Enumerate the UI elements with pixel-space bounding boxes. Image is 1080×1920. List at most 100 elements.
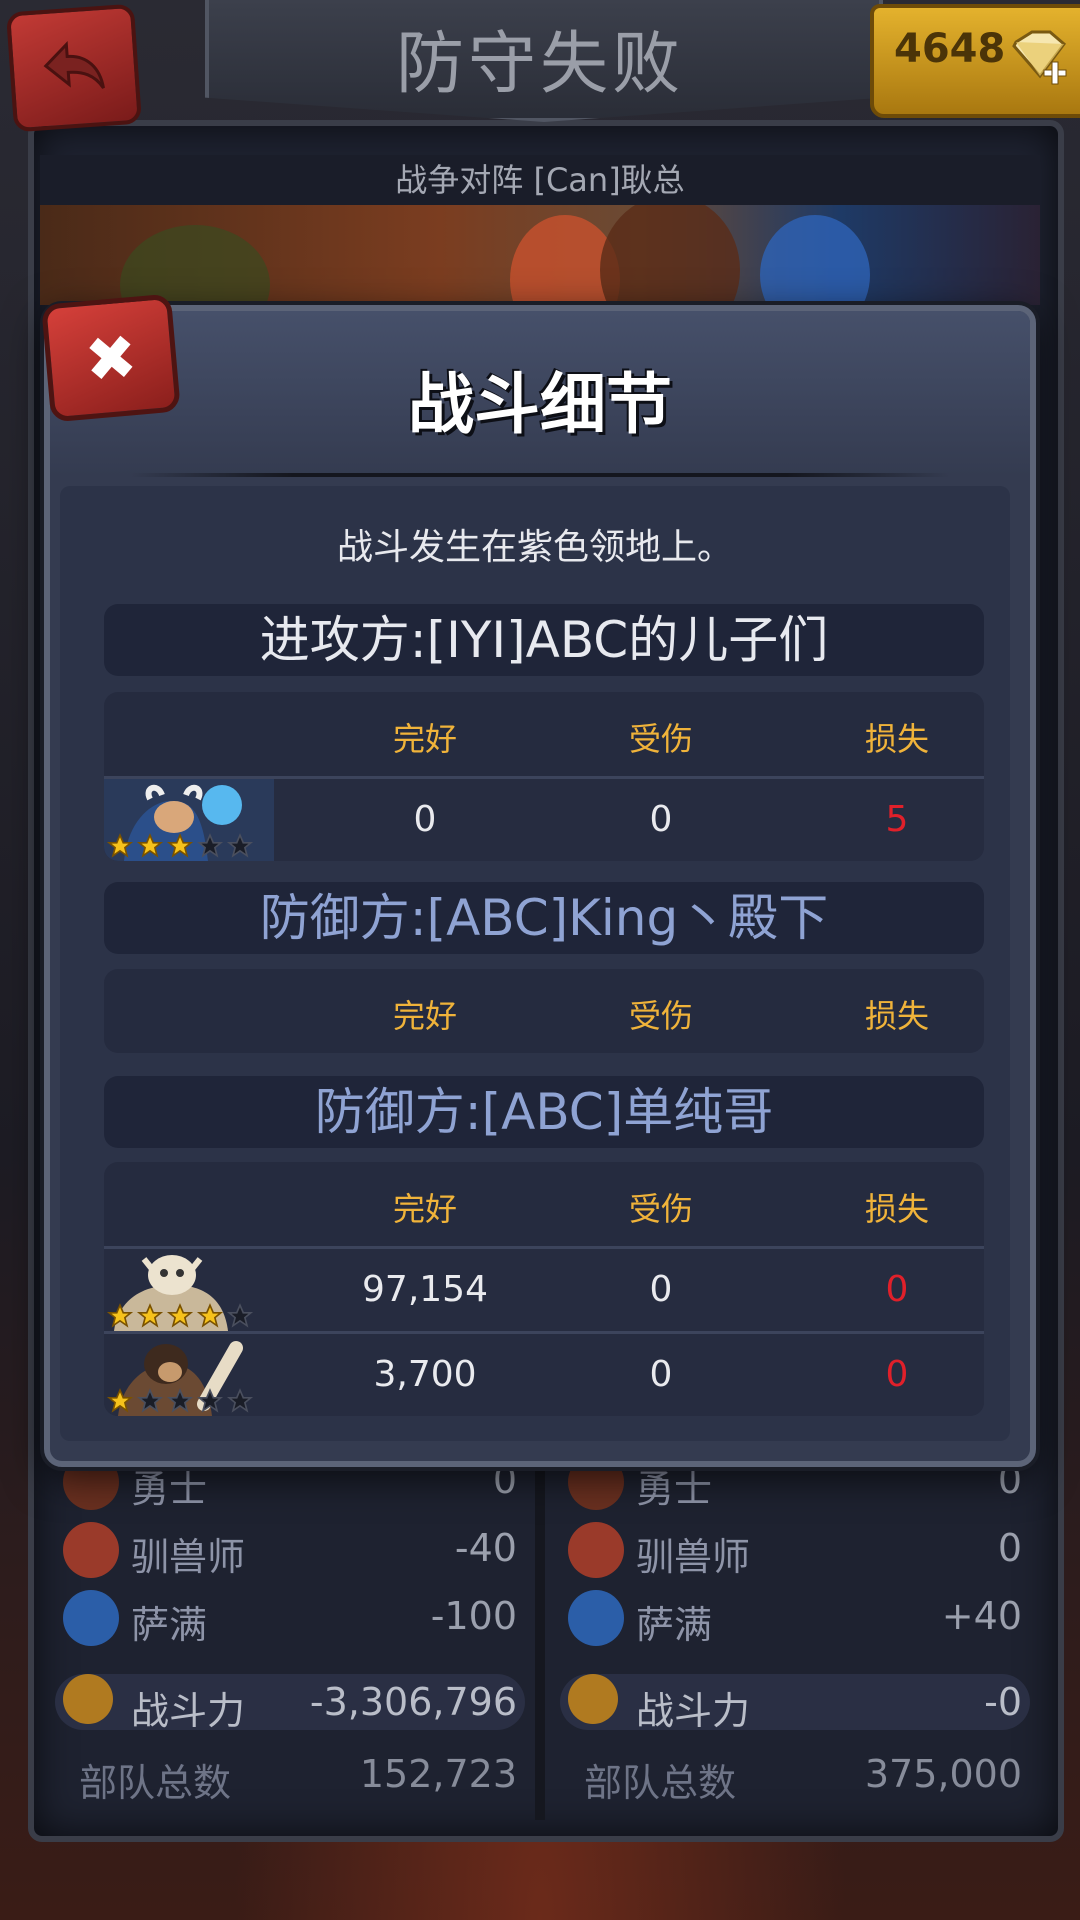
beast-tamer-icon xyxy=(63,1522,119,1578)
star-filled-icon xyxy=(166,833,194,858)
wounded-count: 0 xyxy=(649,1354,673,1395)
troop-total-row: 部队总数 152,723 xyxy=(55,1744,525,1812)
table-header: 完好 受伤 损失 xyxy=(104,969,984,1053)
col-intact: 完好 xyxy=(392,720,457,758)
col-wounded: 受伤 xyxy=(628,720,693,758)
wounded-count: 0 xyxy=(649,799,673,840)
stat-value: -40 xyxy=(454,1526,517,1570)
gem-plus-icon xyxy=(1012,30,1067,85)
close-button[interactable]: ✖ xyxy=(41,293,181,423)
skull-warrior-unit-icon xyxy=(104,1249,274,1331)
star-rating xyxy=(106,833,256,859)
intact-count: 0 xyxy=(413,799,437,840)
shaman-icon xyxy=(568,1590,624,1646)
war-versus-label: 战争对阵 [Can]耿总 xyxy=(40,155,1040,205)
battle-details-dialog: 战斗细节 ✖ 战斗发生在紫色领地上。 进攻方:[IYI]ABC的儿子们 完好 受… xyxy=(41,293,1036,1467)
defender-troop-table: 完好 受伤 损失 97,154 0 0 3,700 0 0 xyxy=(104,1162,984,1416)
star-filled-icon xyxy=(136,833,164,858)
gem-counter[interactable]: 4648 xyxy=(870,4,1080,118)
col-lost: 损失 xyxy=(864,997,929,1035)
star-rating xyxy=(106,1388,256,1414)
star-empty-icon xyxy=(226,833,254,858)
star-empty-icon xyxy=(136,1388,164,1413)
attacker-header: 进攻方:[IYI]ABC的儿子们 xyxy=(104,604,984,676)
col-wounded: 受伤 xyxy=(628,997,693,1035)
table-header: 完好 受伤 损失 xyxy=(104,1162,984,1246)
col-wounded: 受伤 xyxy=(628,1190,693,1228)
combat-power-row: 战斗力 -3,306,796 xyxy=(55,1674,525,1733)
troop-total-value: 375,000 xyxy=(864,1752,1022,1796)
star-filled-icon xyxy=(106,1303,134,1328)
star-empty-icon xyxy=(226,1303,254,1328)
stat-value: 0 xyxy=(997,1526,1022,1570)
star-empty-icon xyxy=(226,1388,254,1413)
col-lost: 损失 xyxy=(864,720,929,758)
defender-troop-table: 完好 受伤 损失 xyxy=(104,969,984,1053)
troop-total-label: 部队总数 xyxy=(584,1761,737,1805)
stat-label: 萨满 xyxy=(636,1603,713,1647)
combat-power-label: 战斗力 xyxy=(636,1689,751,1733)
star-rating xyxy=(106,1303,256,1329)
col-lost: 损失 xyxy=(864,1190,929,1228)
stat-value: +40 xyxy=(941,1594,1022,1638)
lost-count: 0 xyxy=(885,1354,909,1395)
minotaur-shaman-unit-icon xyxy=(104,779,274,861)
stat-row-shaman: 萨满 -100 xyxy=(55,1586,525,1654)
stat-label: 驯兽师 xyxy=(636,1535,751,1579)
troop-total-value: 152,723 xyxy=(359,1752,517,1796)
dialog-title: 战斗细节 xyxy=(408,366,672,443)
left-side-stats: 勇士 0 驯兽师 -40 萨满 -100 战斗力 -3,306,796 部队总数… xyxy=(55,1450,525,1812)
defender-header: 防御方:[ABC]单纯哥 xyxy=(104,1076,984,1148)
table-row: 97,154 0 0 xyxy=(104,1246,984,1331)
combat-power-value: -3,306,796 xyxy=(309,1680,517,1724)
column-divider xyxy=(535,1440,545,1820)
table-row: 3,700 0 0 xyxy=(104,1331,984,1416)
wounded-count: 0 xyxy=(649,1269,673,1310)
combat-power-value: -0 xyxy=(984,1680,1022,1724)
header-divider xyxy=(130,473,950,477)
beast-tamer-icon xyxy=(568,1522,624,1578)
phoenix-emblem-icon xyxy=(63,1674,113,1724)
star-filled-icon xyxy=(136,1303,164,1328)
star-filled-icon xyxy=(166,1303,194,1328)
lost-count: 0 xyxy=(885,1269,909,1310)
col-intact: 完好 xyxy=(392,997,457,1035)
stat-row-shaman: 萨满 +40 xyxy=(560,1586,1030,1654)
shaman-icon xyxy=(63,1590,119,1646)
troop-total-label: 部队总数 xyxy=(79,1761,232,1805)
troop-total-row: 部队总数 375,000 xyxy=(560,1744,1030,1812)
col-intact: 完好 xyxy=(392,1190,457,1228)
combat-power-label: 战斗力 xyxy=(131,1689,246,1733)
back-arrow-icon xyxy=(43,40,105,89)
gem-count: 4648 xyxy=(894,26,1006,72)
star-filled-icon xyxy=(106,1388,134,1413)
star-empty-icon xyxy=(196,833,224,858)
stat-value: -100 xyxy=(430,1594,517,1638)
lost-count: 5 xyxy=(885,799,909,840)
stat-label: 萨满 xyxy=(131,1603,208,1647)
intact-count: 97,154 xyxy=(362,1269,488,1310)
intact-count: 3,700 xyxy=(373,1354,477,1395)
star-empty-icon xyxy=(196,1388,224,1413)
phoenix-emblem-icon xyxy=(568,1674,618,1724)
stat-label: 驯兽师 xyxy=(131,1535,246,1579)
star-empty-icon xyxy=(166,1388,194,1413)
page-title: 防守失败 xyxy=(395,25,684,104)
defender-header: 防御方:[ABC]King丶殿下 xyxy=(104,882,984,954)
stat-row-beast-tamer: 驯兽师 0 xyxy=(560,1518,1030,1586)
close-icon: ✖ xyxy=(81,319,141,397)
attacker-troop-table: 完好 受伤 损失 0 0 5 xyxy=(104,692,984,861)
right-side-stats: 勇士 0 驯兽师 0 萨满 +40 战斗力 -0 部队总数 375,000 xyxy=(560,1450,1030,1812)
back-button[interactable] xyxy=(5,3,143,133)
table-row: 0 0 5 xyxy=(104,776,984,861)
battle-location-text: 战斗发生在紫色领地上。 xyxy=(336,527,733,568)
dialog-body: 战斗发生在紫色领地上。 进攻方:[IYI]ABC的儿子们 完好 受伤 损失 0 … xyxy=(60,486,1010,1441)
stat-row-beast-tamer: 驯兽师 -40 xyxy=(55,1518,525,1586)
combat-power-row: 战斗力 -0 xyxy=(560,1674,1030,1733)
table-header: 完好 受伤 损失 xyxy=(104,692,984,776)
star-filled-icon xyxy=(106,833,134,858)
caveman-club-unit-icon xyxy=(104,1334,274,1416)
battle-scene-banner xyxy=(40,205,1040,305)
star-filled-icon xyxy=(196,1303,224,1328)
dialog-header: 战斗细节 xyxy=(50,311,1030,477)
